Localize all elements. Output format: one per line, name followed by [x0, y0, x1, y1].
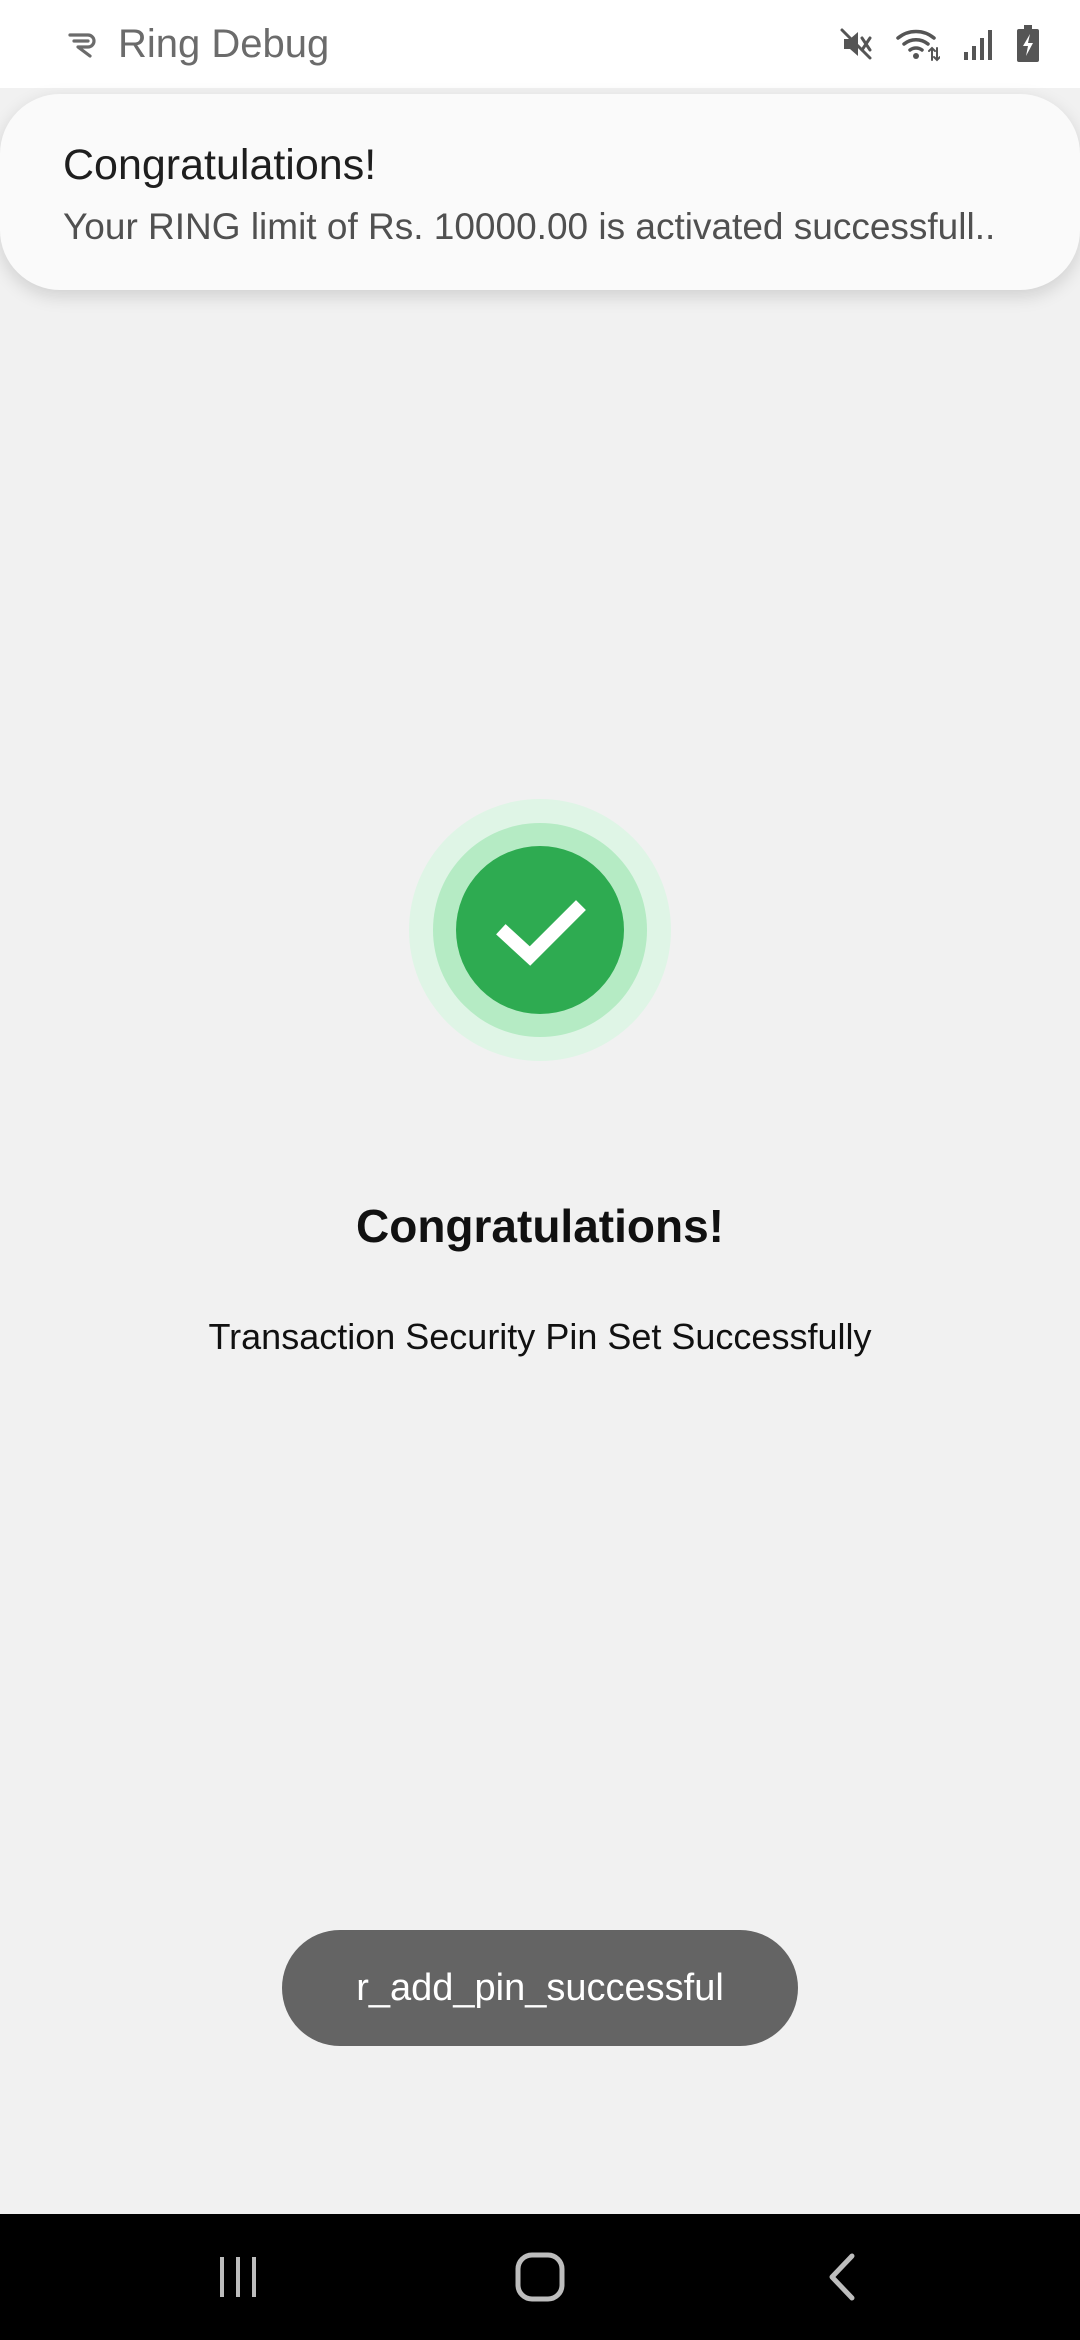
app-title: Ring Debug	[118, 22, 330, 66]
signal-icon	[964, 30, 992, 60]
check-circle-icon	[409, 799, 671, 1061]
status-bar: Ring Debug	[0, 0, 1080, 88]
success-message: Transaction Security Pin Set Successfull…	[208, 1316, 872, 1357]
navigation-bar	[0, 2214, 1080, 2340]
success-heading: Congratulations!	[356, 1200, 724, 1252]
notification-title: Congratulations!	[63, 141, 377, 189]
notification-card[interactable]: Congratulations! Your RING limit of Rs. …	[0, 94, 1080, 290]
screen: Ring Debug Congratulations! Your RING li…	[0, 0, 1080, 2340]
back-icon	[829, 2253, 855, 2301]
toast: r_add_pin_successful	[282, 1930, 798, 2046]
recent-apps-icon	[220, 2257, 256, 2297]
battery-icon	[1017, 25, 1039, 62]
back-button[interactable]	[782, 2214, 902, 2340]
notification-body: Your RING limit of Rs. 10000.00 is activ…	[63, 206, 996, 247]
home-icon	[515, 2252, 565, 2302]
success-circle	[456, 846, 624, 1014]
mute-icon	[840, 28, 872, 60]
recent-apps-button[interactable]	[178, 2214, 298, 2340]
ring-app-icon	[68, 33, 96, 58]
status-icons	[838, 22, 1040, 66]
toast-text: r_add_pin_successful	[356, 1966, 724, 2009]
wifi-icon	[896, 29, 940, 62]
home-button[interactable]	[480, 2214, 600, 2340]
